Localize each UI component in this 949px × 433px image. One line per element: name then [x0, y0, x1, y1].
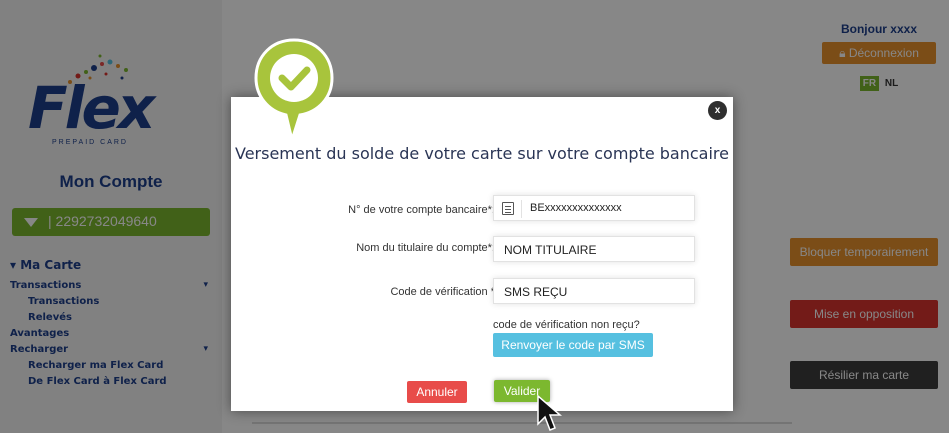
verification-code-field[interactable]: SMS REÇU — [493, 278, 695, 304]
holder-label: Nom du titulaire du compte*: — [356, 242, 495, 254]
success-check-icon — [254, 38, 334, 144]
bank-account-field[interactable]: BExxxxxxxxxxxxxx — [493, 195, 695, 221]
verification-code-label: Code de vérification * — [390, 286, 495, 298]
field-separator — [521, 200, 522, 218]
modal-title: Versement du solde de votre carte sur vo… — [234, 144, 729, 163]
account-holder-field[interactable]: NOM TITULAIRE — [493, 236, 695, 262]
transfer-modal: x Versement du solde de votre carte sur … — [231, 97, 733, 411]
mouse-cursor-icon — [537, 394, 563, 431]
cancel-button[interactable]: Annuler — [407, 381, 467, 403]
account-label: N° de votre compte bancaire*: — [348, 204, 495, 216]
list-icon — [502, 202, 514, 215]
close-button[interactable]: x — [708, 101, 727, 120]
bank-account-value: BExxxxxxxxxxxxxx — [530, 202, 622, 214]
code-not-received-text: code de vérification non reçu? — [493, 319, 640, 331]
resend-sms-button[interactable]: Renvoyer le code par SMS — [493, 333, 653, 357]
